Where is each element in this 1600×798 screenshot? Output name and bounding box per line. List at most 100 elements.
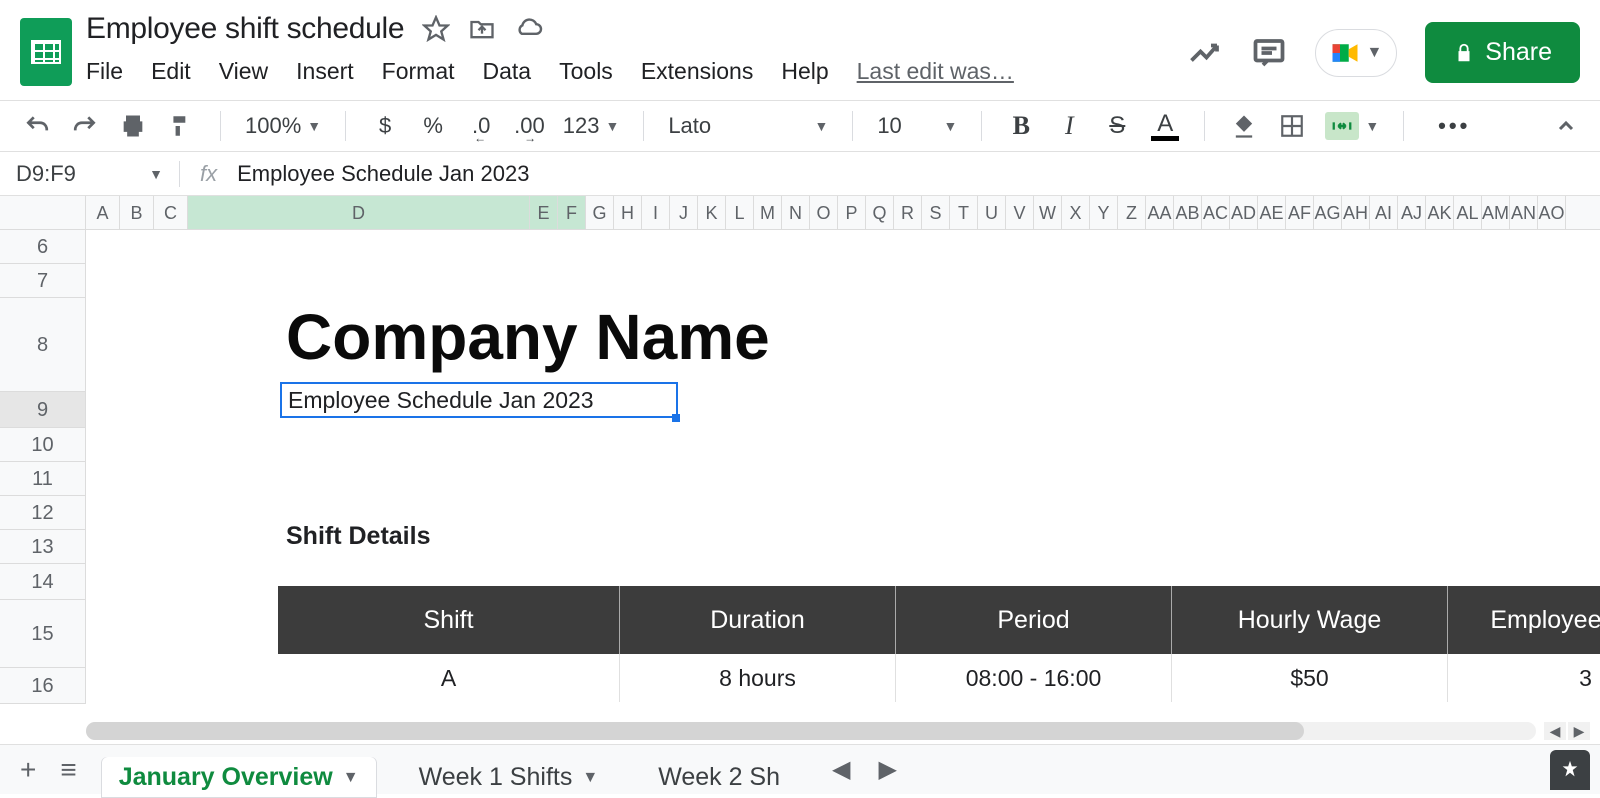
cells-area[interactable]: Company Name Employee Schedule Jan 2023 … — [86, 230, 1600, 704]
row-header[interactable]: 15 — [0, 600, 85, 668]
column-header[interactable]: K — [698, 196, 726, 229]
table-header[interactable]: Shift — [278, 586, 620, 654]
column-header[interactable]: I — [642, 196, 670, 229]
row-header[interactable]: 10 — [0, 428, 85, 462]
row-header[interactable]: 7 — [0, 264, 85, 298]
decrease-decimal-button[interactable]: .0 ← — [466, 113, 496, 139]
column-header[interactable]: Q — [866, 196, 894, 229]
scroll-right-icon[interactable]: ▶ — [1568, 722, 1590, 740]
table-cell[interactable]: A — [278, 654, 620, 702]
column-header[interactable]: E — [530, 196, 558, 229]
undo-button[interactable] — [22, 113, 52, 139]
row-header[interactable]: 14 — [0, 564, 85, 600]
column-header[interactable]: AE — [1258, 196, 1286, 229]
table-header[interactable]: Hourly Wage — [1172, 586, 1448, 654]
currency-button[interactable]: $ — [370, 113, 400, 139]
tab-january-overview[interactable]: January Overview ▼ — [101, 757, 377, 798]
column-header[interactable]: AN — [1510, 196, 1538, 229]
column-header[interactable]: S — [922, 196, 950, 229]
last-edit-link[interactable]: Last edit was… — [857, 58, 1014, 85]
table-cell[interactable]: $50 — [1172, 654, 1448, 702]
row-header[interactable]: 8 — [0, 298, 85, 392]
menu-format[interactable]: Format — [382, 58, 455, 85]
font-size-dropdown[interactable]: 10 ▼ — [877, 113, 957, 139]
borders-button[interactable] — [1277, 113, 1307, 139]
column-header[interactable]: H — [614, 196, 642, 229]
formula-bar[interactable]: Employee Schedule Jan 2023 — [237, 161, 529, 187]
column-header[interactable]: AH — [1342, 196, 1370, 229]
column-header[interactable]: AD — [1230, 196, 1258, 229]
table-cell[interactable]: 08:00 - 16:00 — [896, 654, 1172, 702]
menu-view[interactable]: View — [219, 58, 268, 85]
comments-icon[interactable] — [1251, 35, 1287, 71]
column-header[interactable]: AM — [1482, 196, 1510, 229]
table-header[interactable]: Duration — [620, 586, 896, 654]
table-header[interactable]: Period — [896, 586, 1172, 654]
cloud-status-icon[interactable] — [514, 17, 544, 41]
column-header[interactable]: M — [754, 196, 782, 229]
zoom-dropdown[interactable]: 100% ▼ — [245, 113, 321, 139]
column-header[interactable]: Y — [1090, 196, 1118, 229]
print-button[interactable] — [118, 112, 148, 140]
column-header[interactable]: F — [558, 196, 586, 229]
text-color-button[interactable]: A — [1150, 112, 1180, 141]
add-sheet-button[interactable]: + — [20, 754, 36, 786]
bold-button[interactable]: B — [1006, 111, 1036, 141]
number-format-dropdown[interactable]: 123 ▼ — [563, 113, 620, 139]
increase-decimal-button[interactable]: .00 → — [514, 113, 545, 139]
column-header[interactable]: X — [1062, 196, 1090, 229]
menu-insert[interactable]: Insert — [296, 58, 354, 85]
redo-button[interactable] — [70, 113, 100, 139]
cell-company-name[interactable]: Company Name — [286, 300, 770, 374]
cell-section-header[interactable]: Shift Details — [286, 522, 430, 551]
column-header[interactable]: R — [894, 196, 922, 229]
tab-week-2[interactable]: Week 2 Sh — [640, 757, 798, 798]
menu-file[interactable]: File — [86, 58, 123, 85]
percent-button[interactable]: % — [418, 113, 448, 139]
column-header[interactable]: V — [1006, 196, 1034, 229]
paint-format-button[interactable] — [166, 111, 196, 141]
column-header[interactable]: N — [782, 196, 810, 229]
column-header[interactable]: AB — [1174, 196, 1202, 229]
column-header[interactable]: C — [154, 196, 188, 229]
row-header[interactable]: 13 — [0, 530, 85, 564]
selection-handle[interactable] — [672, 414, 680, 422]
table-cell[interactable]: 3 — [1448, 654, 1600, 702]
cell-selection-active[interactable]: Employee Schedule Jan 2023 — [280, 382, 678, 418]
row-header[interactable]: 16 — [0, 668, 85, 704]
row-header[interactable]: 11 — [0, 462, 85, 496]
all-sheets-button[interactable]: ≡ — [60, 754, 76, 786]
column-header[interactable]: J — [670, 196, 698, 229]
meet-button[interactable]: ▼ — [1315, 29, 1397, 77]
table-cell[interactable]: 8 hours — [620, 654, 896, 702]
font-family-dropdown[interactable]: Lato ▼ — [668, 113, 828, 139]
column-header[interactable]: A — [86, 196, 120, 229]
tab-next-icon[interactable]: ▶ — [878, 755, 896, 784]
scrollbar-thumb[interactable] — [86, 722, 1304, 740]
table-header[interactable]: Employees per S — [1448, 586, 1600, 654]
row-header[interactable]: 9 — [0, 392, 85, 428]
merge-cells-dropdown[interactable]: ▼ — [1325, 112, 1379, 140]
collapse-toolbar-icon[interactable] — [1554, 114, 1578, 138]
menu-extensions[interactable]: Extensions — [641, 58, 754, 85]
strikethrough-button[interactable]: S — [1102, 112, 1132, 140]
italic-button[interactable]: I — [1054, 111, 1084, 141]
column-header[interactable]: AK — [1426, 196, 1454, 229]
menu-edit[interactable]: Edit — [151, 58, 191, 85]
column-header[interactable]: AJ — [1398, 196, 1426, 229]
horizontal-scrollbar[interactable] — [86, 722, 1536, 740]
name-box[interactable]: D9:F9 ▼ — [0, 161, 180, 187]
column-header[interactable]: AA — [1146, 196, 1174, 229]
column-header[interactable]: T — [950, 196, 978, 229]
column-header[interactable]: AC — [1202, 196, 1230, 229]
row-header[interactable]: 6 — [0, 230, 85, 264]
tab-week-1[interactable]: Week 1 Shifts ▼ — [401, 757, 617, 798]
column-header[interactable]: Z — [1118, 196, 1146, 229]
menu-tools[interactable]: Tools — [559, 58, 613, 85]
column-header[interactable]: W — [1034, 196, 1062, 229]
column-header[interactable]: B — [120, 196, 154, 229]
menu-data[interactable]: Data — [483, 58, 532, 85]
column-header[interactable]: L — [726, 196, 754, 229]
row-header[interactable]: 12 — [0, 496, 85, 530]
more-button[interactable]: ••• — [1438, 113, 1470, 139]
